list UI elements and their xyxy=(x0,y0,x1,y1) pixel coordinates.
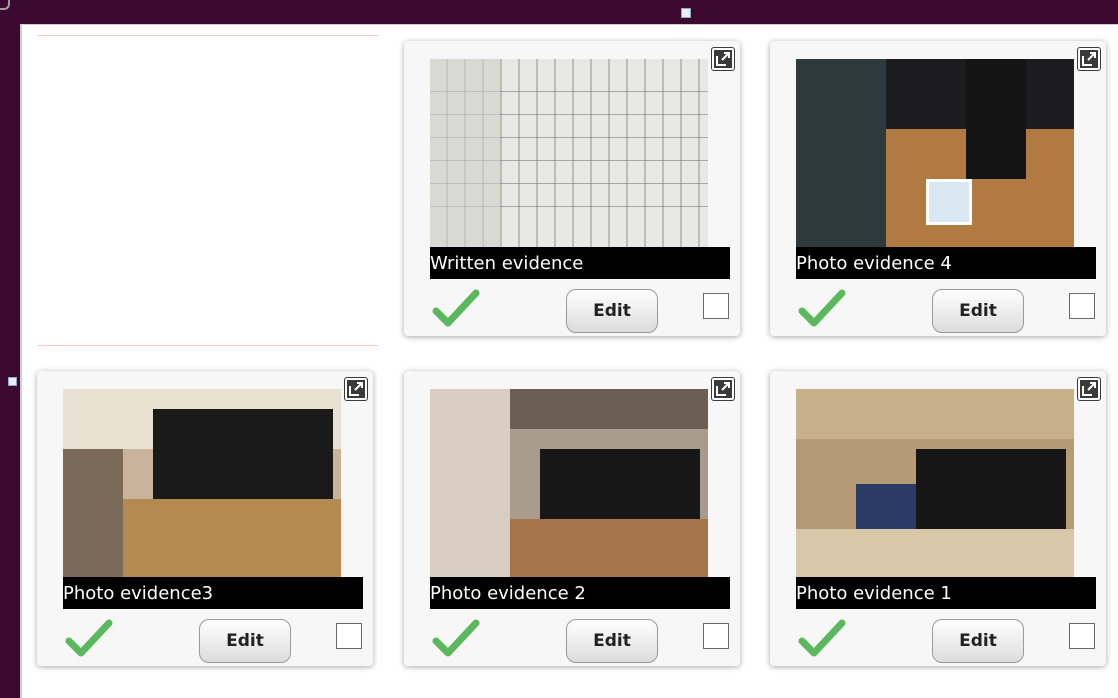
evidence-caption: Photo evidence3 xyxy=(63,577,363,609)
select-checkbox[interactable] xyxy=(703,293,729,319)
checkmark-icon xyxy=(798,619,846,657)
evidence-card: Photo evidence 2 Edit xyxy=(404,371,740,666)
select-checkbox[interactable] xyxy=(1069,293,1095,319)
evidence-card: Written evidence Edit xyxy=(404,41,740,336)
evidence-caption: Photo evidence 1 xyxy=(796,577,1096,609)
divider-mid xyxy=(38,345,378,346)
external-link-icon[interactable] xyxy=(711,47,735,71)
resize-handle-left[interactable] xyxy=(8,377,17,386)
edit-button[interactable]: Edit xyxy=(566,289,658,333)
external-link-icon[interactable] xyxy=(1077,47,1101,71)
evidence-thumbnail[interactable] xyxy=(430,389,708,577)
evidence-caption: Photo evidence 2 xyxy=(430,577,730,609)
checkmark-icon xyxy=(432,289,480,327)
evidence-thumbnail[interactable] xyxy=(796,59,1074,247)
select-checkbox[interactable] xyxy=(703,623,729,649)
edit-button[interactable]: Edit xyxy=(199,619,291,663)
external-link-icon[interactable] xyxy=(1077,377,1101,401)
edit-button[interactable]: Edit xyxy=(932,619,1024,663)
evidence-caption: Written evidence xyxy=(430,247,730,279)
divider-top xyxy=(38,35,378,36)
select-checkbox[interactable] xyxy=(336,623,362,649)
evidence-card: Photo evidence3 Edit xyxy=(37,371,373,666)
evidence-thumbnail[interactable] xyxy=(63,389,341,577)
external-link-icon[interactable] xyxy=(344,377,368,401)
edit-button[interactable]: Edit xyxy=(566,619,658,663)
evidence-thumbnail[interactable] xyxy=(796,389,1074,577)
checkmark-icon xyxy=(798,289,846,327)
edit-button[interactable]: Edit xyxy=(932,289,1024,333)
resize-handle-top[interactable] xyxy=(681,8,691,18)
external-link-icon[interactable] xyxy=(711,377,735,401)
select-checkbox[interactable] xyxy=(1069,623,1095,649)
checkmark-icon xyxy=(432,619,480,657)
checkmark-icon xyxy=(65,619,113,657)
window-corner xyxy=(0,0,10,10)
evidence-caption: Photo evidence 4 xyxy=(796,247,1096,279)
evidence-thumbnail[interactable] xyxy=(430,59,708,247)
evidence-card: Photo evidence 1 Edit xyxy=(770,371,1106,666)
evidence-card: Photo evidence 4 Edit xyxy=(770,41,1106,336)
